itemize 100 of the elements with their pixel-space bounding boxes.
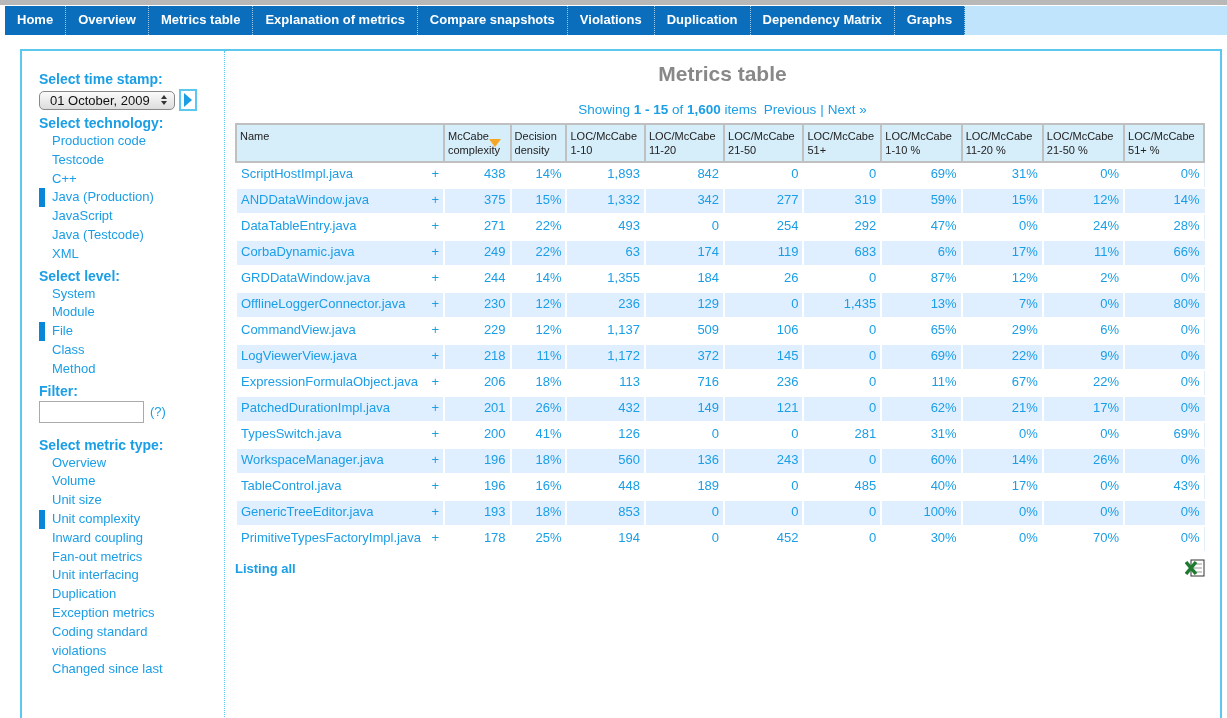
separator: |	[820, 102, 824, 117]
column-header[interactable]: LOC/McCabe 51+	[803, 124, 882, 162]
table-cell: 342	[644, 188, 725, 214]
table-cell: 853	[566, 500, 645, 526]
column-header[interactable]: McCabe complexity	[444, 124, 511, 162]
column-header[interactable]: LOC/McCabe 21-50	[724, 124, 804, 162]
table-cell: 69%	[881, 344, 962, 370]
expand-link[interactable]: +	[427, 348, 439, 363]
expand-link[interactable]: +	[427, 270, 439, 285]
name-link[interactable]: PatchedDurationImpl.java	[241, 400, 390, 415]
table-cell: 0%	[1042, 500, 1125, 526]
table-cell: 375	[444, 188, 511, 214]
next-link[interactable]: Next »	[827, 102, 867, 117]
name-link[interactable]: TypesSwitch.java	[241, 426, 342, 441]
listing-all-link[interactable]: Listing all	[235, 560, 296, 576]
name-link[interactable]: OfflineLoggerConnector.java	[241, 296, 406, 311]
expand-link[interactable]: +	[427, 166, 439, 181]
column-header[interactable]: LOC/McCabe 1-10	[566, 124, 645, 162]
table-cell: 0	[803, 396, 882, 422]
expand-link[interactable]: +	[427, 192, 439, 207]
expand-link[interactable]: +	[427, 504, 439, 519]
column-header[interactable]: LOC/McCabe 1-10 %	[881, 124, 962, 162]
name-link[interactable]: ExpressionFormulaObject.java	[241, 374, 419, 389]
table-cell: 26%	[1042, 448, 1125, 474]
help-link[interactable]: (?)	[150, 404, 166, 420]
go-button[interactable]	[178, 89, 197, 111]
page-title: Metrics table	[657, 62, 788, 86]
table-cell: 63	[566, 240, 645, 266]
nav-tab[interactable]: Violations	[567, 6, 655, 35]
table-cell: 560	[566, 448, 645, 474]
table-cell: 21%	[961, 396, 1043, 422]
table-cell: 0%	[1124, 396, 1204, 422]
table-cell: 12%	[510, 292, 567, 318]
table-cell: 9%	[1042, 344, 1125, 370]
previous-link[interactable]: Previous	[763, 102, 817, 117]
column-header[interactable]: LOC/McCabe 11-20 %	[961, 124, 1043, 162]
table-cell: 11%	[1042, 240, 1125, 266]
table-cell: 80%	[1124, 292, 1204, 318]
expand-link[interactable]: +	[427, 218, 439, 233]
nav-tab[interactable]: Overview	[66, 6, 149, 35]
expand-link[interactable]: +	[427, 530, 439, 545]
name-link[interactable]: CommandView.java	[241, 322, 356, 337]
nav-tab[interactable]: Graphs	[894, 6, 966, 35]
table-cell: 121	[724, 396, 804, 422]
table-cell: 66%	[1124, 240, 1204, 266]
nav-tab[interactable]: Home	[5, 6, 67, 35]
name-link[interactable]: ScriptHostImpl.java	[241, 166, 353, 181]
table-cell: 243	[724, 448, 804, 474]
table-cell: 196	[444, 448, 511, 474]
section-heading: Select metric type:	[39, 436, 165, 453]
table-cell: 0	[724, 292, 804, 318]
column-header[interactable]: LOC/McCabe 11-20	[644, 124, 725, 162]
table-cell: 100%	[881, 500, 962, 526]
name-link[interactable]: ANDDataWindow.java	[241, 192, 369, 207]
expand-link[interactable]: +	[427, 400, 439, 415]
table-cell: 230	[444, 292, 511, 318]
section-heading: Select level:	[39, 267, 121, 284]
name-link[interactable]: GenericTreeEditor.java	[241, 504, 374, 519]
expand-link[interactable]: +	[427, 452, 439, 467]
table-cell: 119	[724, 240, 804, 266]
timestamp-dropdown[interactable]: 01 October, 2009	[39, 90, 175, 110]
nav-tab[interactable]: Dependency Matrix	[750, 6, 895, 35]
expand-link[interactable]: +	[427, 244, 439, 259]
table-cell: 0	[724, 500, 804, 526]
filter-field[interactable]	[39, 400, 144, 423]
table-cell: 26%	[510, 396, 567, 422]
table-cell: 1,435	[803, 292, 882, 318]
table-cell: 372	[644, 344, 725, 370]
name-link[interactable]: CorbaDynamic.java	[241, 244, 355, 259]
table-cell: 0%	[1124, 448, 1204, 474]
name-link[interactable]: DataTableEntry.java	[241, 218, 357, 233]
stepper-arrows-icon	[159, 94, 168, 106]
nav-tab[interactable]: Duplication	[654, 6, 751, 35]
name-link[interactable]: GRDDataWindow.java	[241, 270, 371, 285]
column-header[interactable]: Decision density	[510, 124, 567, 162]
nav-tab[interactable]: Metrics table	[148, 6, 254, 35]
name-link[interactable]: TableControl.java	[241, 478, 342, 493]
table-cell: 201	[444, 396, 511, 422]
column-header[interactable]: LOC/McCabe 21-50 %	[1042, 124, 1125, 162]
name-link[interactable]: WorkspaceManager.java	[241, 452, 384, 467]
expand-link[interactable]: +	[427, 478, 439, 493]
table-cell: 1,332	[566, 188, 645, 214]
name-link[interactable]: LogViewerView.java	[241, 348, 357, 363]
expand-link[interactable]: +	[427, 426, 439, 441]
table-cell: 149	[644, 396, 725, 422]
expand-link[interactable]: +	[427, 296, 439, 311]
table-cell: 14%	[1124, 188, 1204, 214]
expand-link[interactable]: +	[427, 374, 439, 389]
table-cell: 17%	[961, 240, 1043, 266]
table-cell: 18%	[510, 448, 567, 474]
table-cell: 0%	[1124, 500, 1204, 526]
column-header[interactable]: Name	[236, 124, 444, 162]
name-link[interactable]: PrimitiveTypesFactoryImpl.java	[241, 530, 421, 545]
nav-tab[interactable]: Explanation of metrics	[253, 6, 418, 35]
expand-link[interactable]: +	[427, 322, 439, 337]
column-header[interactable]: LOC/McCabe 51+ %	[1124, 124, 1204, 162]
table-cell: 12%	[1042, 188, 1125, 214]
nav-tab[interactable]: Compare snapshots	[417, 6, 568, 35]
table-cell: 0	[644, 500, 725, 526]
spreadsheet-export-icon[interactable]	[1185, 559, 1205, 577]
